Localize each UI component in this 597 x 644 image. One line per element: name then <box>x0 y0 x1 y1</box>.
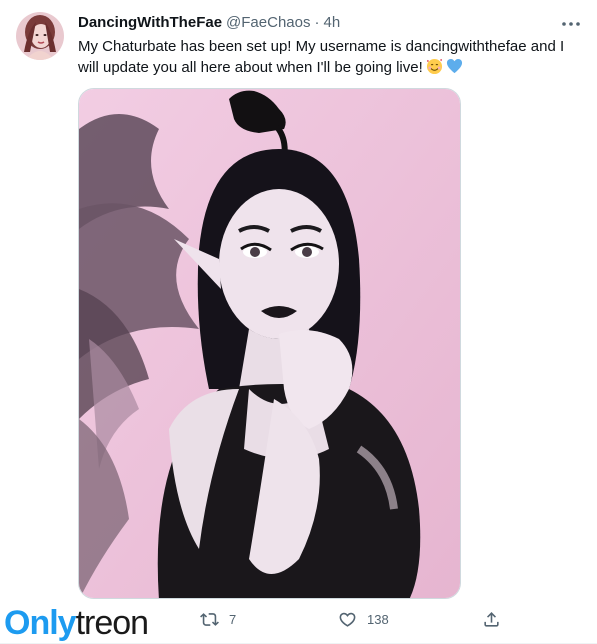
user-handle[interactable]: @FaeChaos <box>226 13 310 33</box>
action-bar: 7 138 <box>200 610 510 634</box>
watermark-logo: Only treon <box>0 603 153 643</box>
share-icon <box>484 612 499 627</box>
tweet-media-image[interactable] <box>78 88 461 599</box>
watermark-part2: treon <box>75 603 149 642</box>
retweet-count: 7 <box>229 612 237 627</box>
more-icon <box>562 22 580 26</box>
smiling-face-with-hearts-icon <box>426 58 442 75</box>
avatar-image <box>16 12 64 60</box>
tweet-header: DancingWithTheFae @FaeChaos · 4h <box>78 13 547 33</box>
display-name[interactable]: DancingWithTheFae <box>78 13 222 33</box>
share-button[interactable] <box>482 610 501 629</box>
like-count: 138 <box>367 612 389 627</box>
retweet-icon <box>200 613 219 626</box>
more-options-button[interactable] <box>559 12 583 36</box>
blue-heart-icon <box>446 58 462 74</box>
timestamp[interactable]: 4h <box>323 13 340 33</box>
avatar[interactable] <box>16 12 64 60</box>
tweet-text-content: My Chaturbate has been set up! My userna… <box>78 38 565 76</box>
tweet-text: My Chaturbate has been set up! My userna… <box>78 36 578 78</box>
like-button[interactable]: 138 <box>338 610 389 629</box>
watermark-part1: Only <box>4 603 77 642</box>
separator-dot: · <box>314 14 320 31</box>
photo <box>79 89 460 598</box>
tweet[interactable]: DancingWithTheFae @FaeChaos · 4h My Chat… <box>0 0 597 644</box>
retweet-button[interactable]: 7 <box>200 610 236 629</box>
heart-icon <box>339 612 356 627</box>
